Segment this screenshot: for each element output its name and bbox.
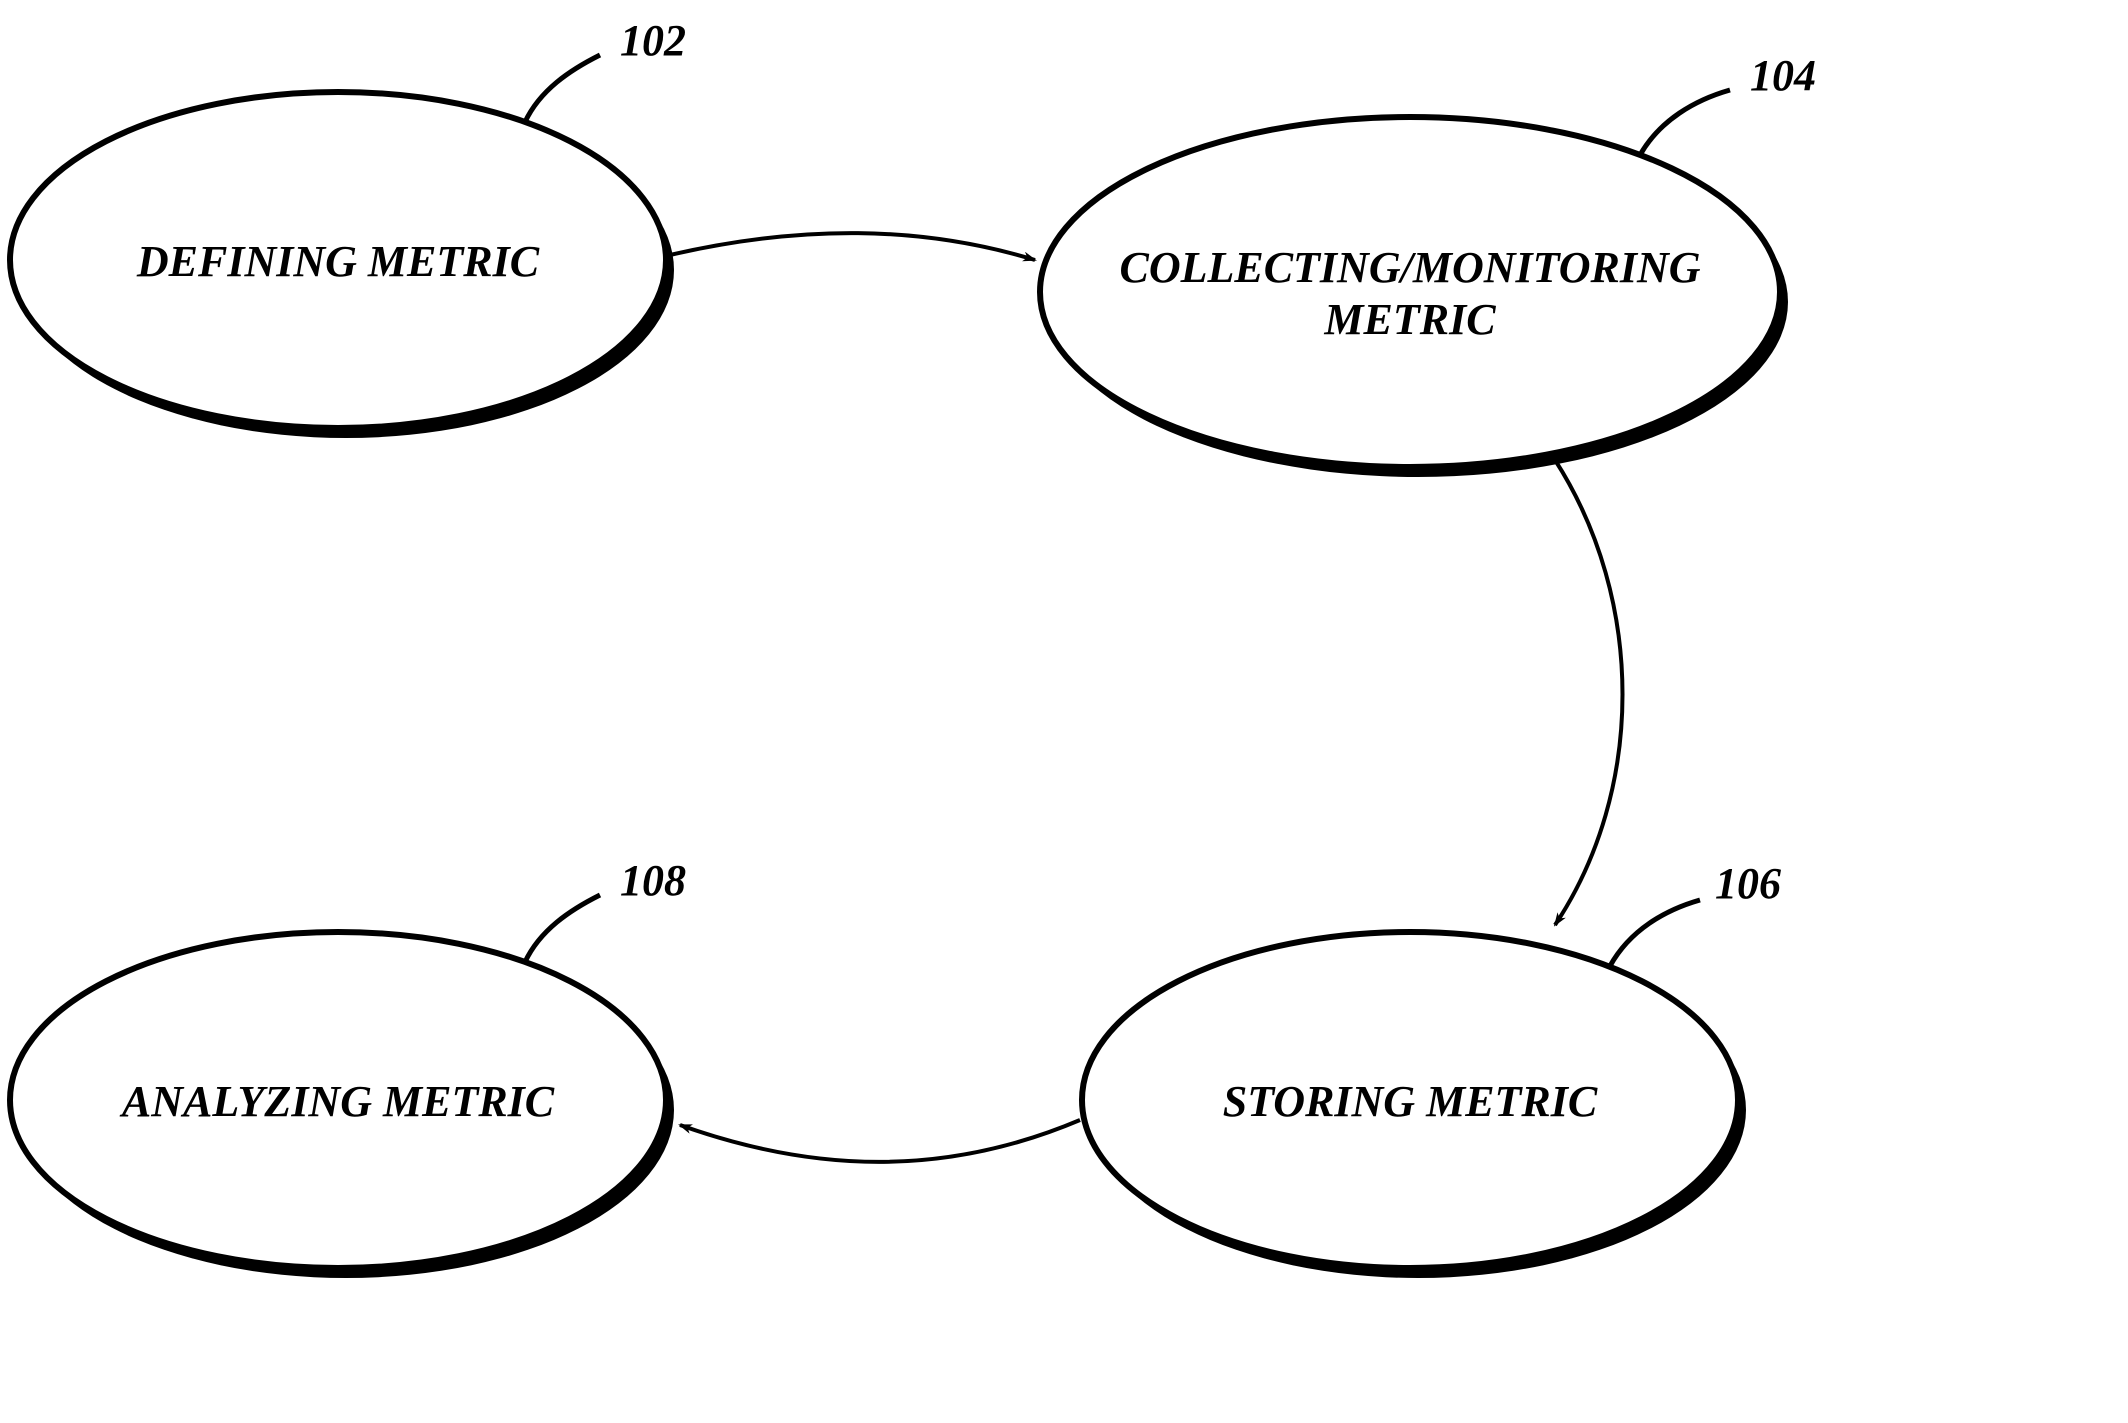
node-analyzing-metric: ANALYZING METRIC <box>10 932 674 1278</box>
label-collecting-text: 104 <box>1750 51 1816 100</box>
label-analyzing: 108 <box>525 856 686 962</box>
label-defining-text: 102 <box>620 16 686 65</box>
label-storing-text: 106 <box>1715 859 1781 908</box>
node-collecting-metric: COLLECTING/MONITORING METRIC <box>1040 117 1788 477</box>
flow-diagram: DEFINING METRIC 102 COLLECTING/MONITORIN… <box>0 0 2128 1423</box>
arrow-collecting-to-storing <box>1555 460 1623 925</box>
node-storing-metric: STORING METRIC <box>1082 932 1746 1278</box>
label-analyzing-text: 108 <box>620 856 686 905</box>
node-collecting-line1: COLLECTING/MONITORING <box>1119 243 1700 292</box>
label-defining: 102 <box>525 16 686 122</box>
node-analyzing-text: ANALYZING METRIC <box>119 1077 555 1126</box>
label-storing: 106 <box>1610 859 1781 966</box>
node-collecting-line2: METRIC <box>1323 295 1496 344</box>
node-defining-metric: DEFINING METRIC <box>10 92 674 438</box>
arrow-defining-to-collecting <box>670 233 1035 260</box>
node-storing-text: STORING METRIC <box>1223 1077 1598 1126</box>
arrow-storing-to-analyzing <box>680 1120 1080 1162</box>
node-defining-text: DEFINING METRIC <box>136 237 540 286</box>
label-collecting: 104 <box>1640 51 1816 155</box>
